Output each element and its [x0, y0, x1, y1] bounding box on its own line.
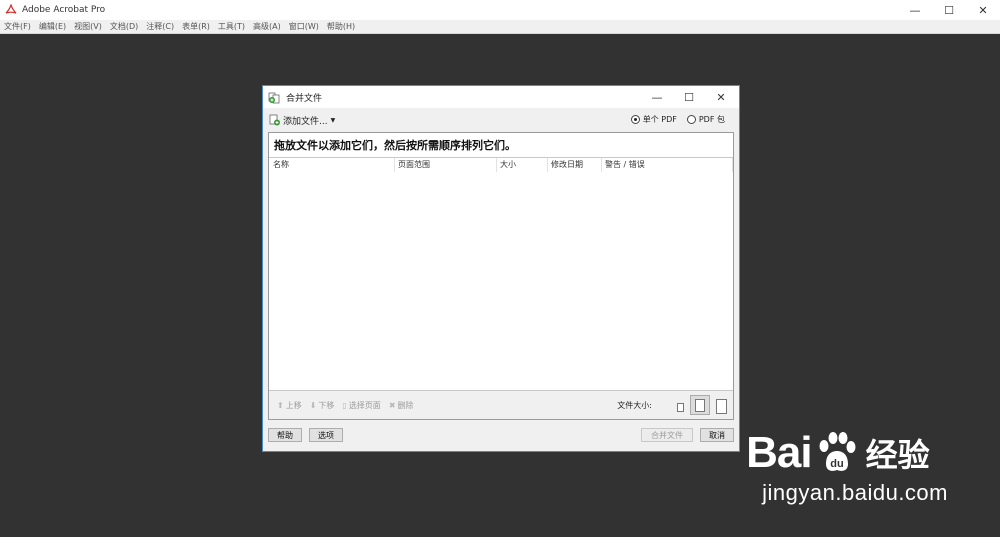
column-headers: 名称 页面范围 大小 修改日期 警告 / 错误 [269, 158, 733, 172]
column-separator [601, 158, 602, 172]
choose-pages-label: 选择页面 [348, 400, 381, 410]
delete-x-icon: ✖ [388, 400, 396, 410]
file-list-panel[interactable]: 拖放文件以添加它们，然后按所需顺序排列它们。 名称 页面范围 大小 修改日期 警… [268, 132, 734, 420]
combine-files-icon [268, 92, 280, 103]
menu-tools[interactable]: 工具(T) [214, 21, 249, 32]
column-modified-date[interactable]: 修改日期 [551, 159, 583, 171]
add-files-button[interactable]: 添加文件... ▼ [269, 114, 335, 127]
baidu-jingyan-watermark: Bai du 经验 jingyan.baidu.com [746, 428, 948, 506]
radio-button-icon [630, 115, 640, 124]
file-list-body[interactable] [269, 172, 733, 391]
menu-advanced[interactable]: 高级(A) [249, 21, 285, 32]
move-up-button[interactable]: ⬆ 上移 [277, 400, 302, 411]
watermark-url: jingyan.baidu.com [762, 480, 948, 505]
dialog-toolbar: 添加文件... ▼ 单个 PDF PDF 包 [263, 108, 739, 132]
maximize-button[interactable]: ☐ [932, 0, 966, 20]
acrobat-logo-icon [5, 4, 17, 14]
arrow-up-icon: ⬆ [277, 400, 284, 410]
menu-document[interactable]: 文档(D) [106, 21, 142, 32]
arrow-down-icon: ⬇ [309, 400, 317, 410]
file-size-options [671, 395, 727, 415]
app-title: Adobe Acrobat Pro [22, 5, 106, 15]
page-icon: ▯ [342, 400, 347, 410]
close-button[interactable]: ✕ [966, 0, 1000, 20]
radio-pdf-package-label: PDF 包 [698, 115, 725, 124]
output-type-group: 单个 PDF PDF 包 [621, 114, 725, 125]
menu-edit[interactable]: 编辑(E) [35, 21, 70, 32]
cancel-button[interactable]: 取消 [700, 428, 734, 442]
menu-comment[interactable]: 注释(C) [142, 21, 178, 32]
column-size[interactable]: 大小 [500, 159, 516, 171]
add-files-label: 添加文件... [283, 116, 328, 127]
menu-forms[interactable]: 表单(R) [178, 21, 214, 32]
column-separator [732, 158, 733, 172]
radio-single-pdf-label: 单个 PDF [642, 115, 677, 124]
choose-pages-button[interactable]: ▯ 选择页面 [342, 400, 380, 411]
svg-text:du: du [830, 458, 843, 470]
column-page-range[interactable]: 页面范围 [398, 159, 430, 171]
paw-icon: du [819, 432, 856, 471]
combine-files-button[interactable]: 合并文件 [641, 428, 693, 442]
delete-button[interactable]: ✖ 删除 [389, 400, 414, 411]
watermark-chinese: 经验 [865, 436, 930, 474]
dialog-titlebar: 合并文件 — ☐ ✕ [263, 86, 739, 108]
watermark-brand: Bai [746, 428, 812, 477]
minimize-button[interactable]: — [898, 0, 932, 20]
default-size-option[interactable] [690, 395, 710, 415]
column-separator [394, 158, 395, 172]
menu-file[interactable]: 文件(F) [0, 21, 35, 32]
large-size-icon[interactable] [716, 399, 727, 414]
move-down-button[interactable]: ⬇ 下移 [310, 400, 335, 411]
list-footer: ⬆ 上移 ⬇ 下移 ▯ 选择页面 ✖ 删除 文件大小: [269, 390, 733, 419]
dialog-close-button[interactable]: ✕ [705, 86, 737, 108]
drop-hint: 拖放文件以添加它们，然后按所需顺序排列它们。 [269, 133, 733, 158]
dialog-footer: 帮助 选项 合并文件 取消 [263, 428, 739, 444]
add-file-icon [269, 114, 280, 126]
window-controls: — ☐ ✕ [898, 0, 1000, 20]
radio-button-icon [686, 115, 696, 124]
column-warnings[interactable]: 警告 / 错误 [605, 159, 645, 171]
combine-files-dialog: 合并文件 — ☐ ✕ 添加文件... ▼ 单个 PDF PDF 包 拖放文件以添… [262, 85, 740, 452]
radio-pdf-package[interactable]: PDF 包 [686, 114, 725, 125]
delete-label: 删除 [397, 400, 414, 410]
move-up-label: 上移 [285, 400, 302, 410]
options-button[interactable]: 选项 [309, 428, 343, 442]
help-button[interactable]: 帮助 [268, 428, 302, 442]
menu-window[interactable]: 窗口(W) [285, 21, 323, 32]
dropdown-arrow-icon: ▼ [330, 116, 336, 124]
dialog-maximize-button[interactable]: ☐ [673, 86, 705, 108]
default-size-icon [695, 398, 705, 412]
move-down-label: 下移 [318, 400, 335, 410]
column-name[interactable]: 名称 [273, 159, 289, 171]
dialog-window-controls: — ☐ ✕ [641, 86, 737, 108]
dialog-minimize-button[interactable]: — [641, 86, 673, 108]
file-size-label: 文件大小: [617, 401, 652, 410]
app-titlebar: Adobe Acrobat Pro — ☐ ✕ [0, 0, 1000, 20]
radio-single-pdf[interactable]: 单个 PDF [630, 114, 677, 125]
dialog-title: 合并文件 [286, 93, 323, 104]
menu-view[interactable]: 视图(V) [70, 21, 106, 32]
small-size-icon[interactable] [677, 403, 684, 412]
menubar: 文件(F) 编辑(E) 视图(V) 文档(D) 注释(C) 表单(R) 工具(T… [0, 20, 1000, 34]
column-separator [496, 158, 497, 172]
menu-help[interactable]: 帮助(H) [323, 21, 359, 32]
column-separator [547, 158, 548, 172]
